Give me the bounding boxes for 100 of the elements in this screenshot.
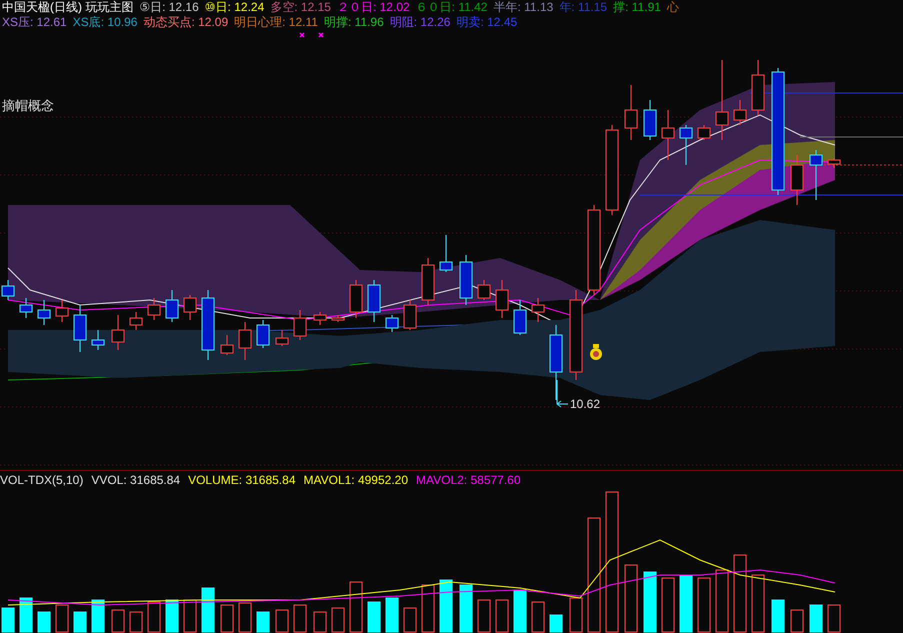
cross-mark-icon: [318, 32, 324, 38]
candlestick: [276, 330, 288, 346]
candlestick: [810, 150, 822, 200]
volume-bar: [166, 600, 178, 632]
candlestick: [350, 280, 362, 318]
candlestick: [184, 294, 196, 320]
volume-bar: [220, 604, 234, 632]
volume-bar: [716, 570, 728, 632]
volume-bar: [256, 612, 270, 632]
candlestick: [386, 314, 398, 332]
indicator-reading: 多空: 12.15: [270, 0, 331, 15]
cross-mark-icon: [299, 32, 305, 38]
volume-bar: [130, 612, 142, 632]
indicator-reading: VOLUME: 31685.84: [188, 473, 296, 488]
candlestick: [532, 298, 544, 322]
candlestick: [130, 312, 142, 330]
candlestick: [496, 280, 508, 318]
candlestick: [148, 298, 160, 320]
candlestick: [698, 124, 710, 140]
volume-bar: [514, 590, 526, 632]
indicator-reading: 心: [666, 0, 679, 15]
candlestick: [74, 304, 86, 352]
candlestick: [662, 110, 674, 160]
candlestick: [368, 280, 380, 322]
volume-bar: [790, 610, 804, 632]
volume-bar: [314, 612, 326, 632]
volume-bar: [662, 578, 674, 632]
candlestick: [294, 310, 306, 340]
volume-bar: [202, 588, 214, 632]
volume-bar: [680, 574, 692, 632]
candlestick: [680, 124, 692, 166]
volume-bar: [478, 600, 490, 632]
indicator-reading: 明卖: 12.45: [456, 15, 518, 30]
indicator-reading: 明日心理: 12.11: [234, 15, 318, 30]
volume-bar: [810, 604, 822, 632]
candlestick: [256, 320, 270, 348]
volume-bar: [496, 600, 508, 632]
candlestick: [478, 280, 490, 300]
candlestick: [220, 334, 234, 356]
candlestick: [624, 84, 638, 140]
volume-bar: [532, 602, 544, 632]
candlestick: [2, 280, 14, 300]
indicator-reading: 撑: 11.91: [613, 0, 661, 15]
volume-bar: [422, 584, 434, 632]
indicator-reading: ２０日: 12.02: [336, 0, 410, 15]
volume-bar: [404, 608, 416, 632]
indicator-reading: XS底: 10.96: [72, 15, 138, 30]
volume-bar: [56, 604, 68, 632]
indicator-reading: 年: 11.15: [559, 0, 608, 15]
volume-bar: [112, 610, 124, 632]
candlestick: [514, 300, 526, 336]
volume-bar: [570, 598, 582, 632]
volume-bar: [772, 600, 784, 632]
indicator-reading: ⑩日: 12.24: [204, 0, 264, 15]
candlestick: [38, 300, 50, 326]
candlestick: [790, 154, 804, 206]
volume-bar: [184, 600, 196, 632]
candlestick: [644, 100, 656, 140]
volume-bar: [644, 572, 656, 632]
low-price-label: 10.62: [570, 397, 600, 411]
candlestick: [422, 258, 434, 306]
indicator-reading: ⑤日: 12.16: [139, 0, 199, 15]
indicator-reading: XS压: 12.61: [2, 15, 67, 30]
candlestick: [112, 314, 124, 350]
volume-bar: [368, 602, 380, 632]
candlestick: [56, 300, 68, 322]
indicator-reading: MAVOL1: 49952.20: [304, 473, 408, 488]
indicator-reading: ６０日: 11.42: [416, 0, 488, 15]
candlestick: [92, 330, 104, 350]
candlestick: [752, 60, 764, 116]
candlestick: [828, 158, 840, 168]
volume-bar: [386, 598, 398, 632]
volume-bar: [550, 614, 562, 632]
indicator-reading: MAVOL2: 58577.60: [416, 473, 521, 488]
candlestick: [734, 100, 746, 126]
volume-bar: [828, 604, 840, 632]
volume-bar: [332, 608, 344, 632]
volume-bar: [624, 564, 638, 632]
indicator-reading: 半年: 11.13: [493, 0, 554, 15]
indicator-reading: 明阻: 12.26: [390, 15, 450, 30]
volume-bar: [440, 580, 452, 632]
volume-bar: [460, 584, 472, 632]
volume-bar: [20, 598, 32, 632]
indicator-reading: VOL-TDX(5,10): [0, 473, 84, 488]
volume-bar: [74, 612, 86, 632]
volume-bar: [276, 610, 288, 632]
volume-bar: [38, 612, 50, 632]
candlestick: [238, 322, 252, 360]
volume-bar: [2, 608, 14, 632]
candlestick: [314, 312, 326, 326]
candlestick: [440, 234, 452, 272]
candlestick: [20, 298, 32, 318]
candlestick: [404, 300, 416, 330]
volume-bar: [350, 582, 362, 632]
candlestick: [332, 314, 344, 322]
volume-bar: [238, 602, 252, 632]
volume-bar: [92, 600, 104, 632]
volume-bar: [294, 604, 306, 632]
candlestick: [166, 290, 178, 322]
volume-bar: [698, 578, 710, 632]
